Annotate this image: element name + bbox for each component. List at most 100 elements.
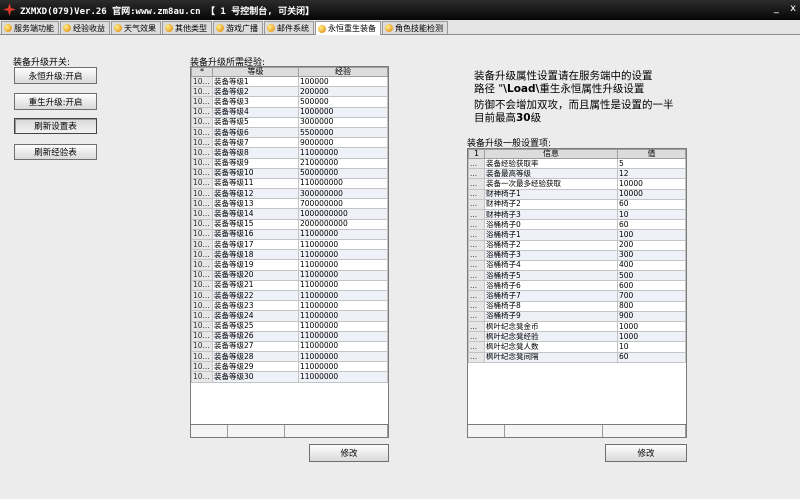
minimize-button[interactable]: _ — [774, 3, 779, 14]
row-index-cell[interactable]: ... — [468, 270, 485, 282]
table-row[interactable]: ... 浴桶椅子6 600 — [468, 280, 686, 292]
info-cell[interactable]: 装备最高等级 — [484, 168, 618, 180]
exp-cell[interactable]: 2000000000 — [298, 218, 388, 230]
row-index-cell[interactable]: ... — [468, 280, 485, 292]
table-row[interactable]: 10... 装备等级16 11000000 — [191, 228, 388, 241]
table-row[interactable]: ... 浴桶椅子8 800 — [468, 300, 686, 312]
table-row[interactable]: ... 装备最高等级 12 — [468, 168, 686, 180]
exp-cell[interactable]: 11000000 — [298, 259, 388, 271]
info-cell[interactable]: 财神椅子3 — [484, 208, 618, 221]
value-cell[interactable]: 500 — [617, 270, 686, 282]
exp-cell[interactable]: 11000000 — [298, 320, 388, 332]
row-index-cell[interactable]: ... — [468, 219, 485, 231]
column-header-index[interactable]: * — [191, 67, 213, 77]
row-index-cell[interactable]: ... — [468, 320, 485, 333]
column-header-value[interactable]: 值 — [617, 149, 686, 159]
exp-cell[interactable]: 300000000 — [298, 188, 388, 200]
row-index-cell[interactable]: ... — [468, 351, 485, 363]
row-index-cell[interactable]: 10... — [191, 137, 213, 149]
row-index-cell[interactable]: 10... — [191, 96, 213, 108]
exp-cell[interactable]: 11000000 — [298, 147, 388, 159]
row-index-cell[interactable]: ... — [468, 300, 485, 312]
exp-cell[interactable]: 50000000 — [298, 167, 388, 179]
level-cell[interactable]: 装备等级24 — [212, 310, 299, 322]
eternal-upgrade-toggle-button[interactable]: 永恒升级:开启 — [14, 67, 97, 84]
level-cell[interactable]: 装备等级22 — [212, 289, 299, 302]
info-cell[interactable]: 浴桶椅子6 — [484, 280, 618, 292]
column-header-level[interactable]: 等级 — [212, 67, 299, 77]
row-index-cell[interactable]: 10... — [191, 157, 213, 169]
level-cell[interactable]: 装备等级1 — [212, 75, 299, 88]
row-index-cell[interactable]: 10... — [191, 269, 213, 281]
row-index-cell[interactable]: 10... — [191, 340, 213, 353]
row-index-cell[interactable]: ... — [468, 198, 485, 210]
table-row[interactable]: 10... 装备等级6 5500000 — [191, 126, 388, 139]
table-row[interactable]: ... 浴桶椅子9 900 — [468, 310, 686, 323]
row-index-cell[interactable]: 10... — [191, 289, 213, 302]
table-row[interactable]: ... 浴桶椅子5 500 — [468, 270, 686, 282]
row-index-cell[interactable]: 10... — [191, 371, 213, 383]
level-cell[interactable]: 装备等级25 — [212, 320, 299, 332]
level-cell[interactable]: 装备等级2 — [212, 86, 299, 98]
value-cell[interactable]: 60 — [617, 198, 686, 210]
tab-6[interactable]: 邮件系统 — [264, 21, 314, 34]
row-index-cell[interactable]: 10... — [191, 177, 213, 190]
table-row[interactable]: 10... 装备等级3 500000 — [191, 96, 388, 108]
value-cell[interactable]: 60 — [617, 351, 686, 363]
row-index-cell[interactable]: 10... — [191, 147, 213, 159]
row-index-cell[interactable]: 10... — [191, 218, 213, 230]
value-cell[interactable]: 200 — [617, 239, 686, 251]
level-cell[interactable]: 装备等级12 — [212, 188, 299, 200]
table-row[interactable]: 10... 装备等级23 11000000 — [191, 300, 388, 312]
info-cell[interactable]: 浴桶椅子7 — [484, 290, 618, 302]
info-cell[interactable]: 枫叶纪念凳经验 — [484, 331, 618, 343]
row-index-cell[interactable]: ... — [468, 341, 485, 353]
row-index-cell[interactable]: ... — [468, 157, 485, 170]
exp-cell[interactable]: 5500000 — [298, 126, 388, 139]
row-index-cell[interactable]: 10... — [191, 279, 213, 291]
value-cell[interactable]: 300 — [617, 249, 686, 261]
value-cell[interactable]: 60 — [617, 219, 686, 231]
exp-cell[interactable]: 11000000 — [298, 228, 388, 241]
row-index-cell[interactable]: 10... — [191, 300, 213, 312]
exp-cell[interactable]: 110000000 — [298, 177, 388, 190]
table-row[interactable]: ... 浴桶椅子2 200 — [468, 239, 686, 251]
table-row[interactable]: ... 财神椅子1 10000 — [468, 188, 686, 200]
row-index-cell[interactable]: 10... — [191, 75, 213, 88]
table-row[interactable]: ... 浴桶椅子3 300 — [468, 249, 686, 261]
table-row[interactable]: ... 财神椅子3 10 — [468, 208, 686, 221]
level-cell[interactable]: 装备等级20 — [212, 269, 299, 281]
info-cell[interactable]: 浴桶椅子8 — [484, 300, 618, 312]
exp-modify-button[interactable]: 修改 — [309, 444, 389, 462]
info-cell[interactable]: 浴桶椅子3 — [484, 249, 618, 261]
row-index-cell[interactable]: ... — [468, 208, 485, 221]
exp-cell[interactable]: 11000000 — [298, 238, 388, 251]
info-cell[interactable]: 枫叶纪念凳金币 — [484, 320, 618, 333]
row-index-cell[interactable]: 10... — [191, 126, 213, 139]
table-row[interactable]: 10... 装备等级5 3000000 — [191, 116, 388, 128]
table-row[interactable]: ... 枫叶纪念凳经验 1000 — [468, 331, 686, 343]
level-cell[interactable]: 装备等级6 — [212, 126, 299, 139]
exp-cell[interactable]: 11000000 — [298, 269, 388, 281]
row-index-cell[interactable]: 10... — [191, 106, 213, 118]
level-cell[interactable]: 装备等级10 — [212, 167, 299, 179]
table-row[interactable]: 10... 装备等级8 11000000 — [191, 147, 388, 159]
table-row[interactable]: ... 浴桶椅子7 700 — [468, 290, 686, 302]
row-index-cell[interactable]: 10... — [191, 116, 213, 128]
row-index-cell[interactable]: 10... — [191, 249, 213, 261]
table-row[interactable]: 10... 装备等级26 11000000 — [191, 330, 388, 342]
exp-cell[interactable]: 1000000000 — [298, 208, 388, 220]
info-cell[interactable]: 财神椅子1 — [484, 188, 618, 200]
row-index-cell[interactable]: ... — [468, 331, 485, 343]
value-cell[interactable]: 700 — [617, 290, 686, 302]
row-index-cell[interactable]: 10... — [191, 361, 213, 373]
table-row[interactable]: 10... 装备等级13 700000000 — [191, 198, 388, 210]
value-cell[interactable]: 1000 — [617, 320, 686, 333]
close-button[interactable]: x — [790, 3, 796, 14]
table-row[interactable]: 10... 装备等级24 11000000 — [191, 310, 388, 322]
level-cell[interactable]: 装备等级26 — [212, 330, 299, 342]
level-cell[interactable]: 装备等级17 — [212, 238, 299, 251]
exp-cell[interactable]: 11000000 — [298, 249, 388, 261]
table-row[interactable]: 10... 装备等级21 11000000 — [191, 279, 388, 291]
level-cell[interactable]: 装备等级3 — [212, 96, 299, 108]
